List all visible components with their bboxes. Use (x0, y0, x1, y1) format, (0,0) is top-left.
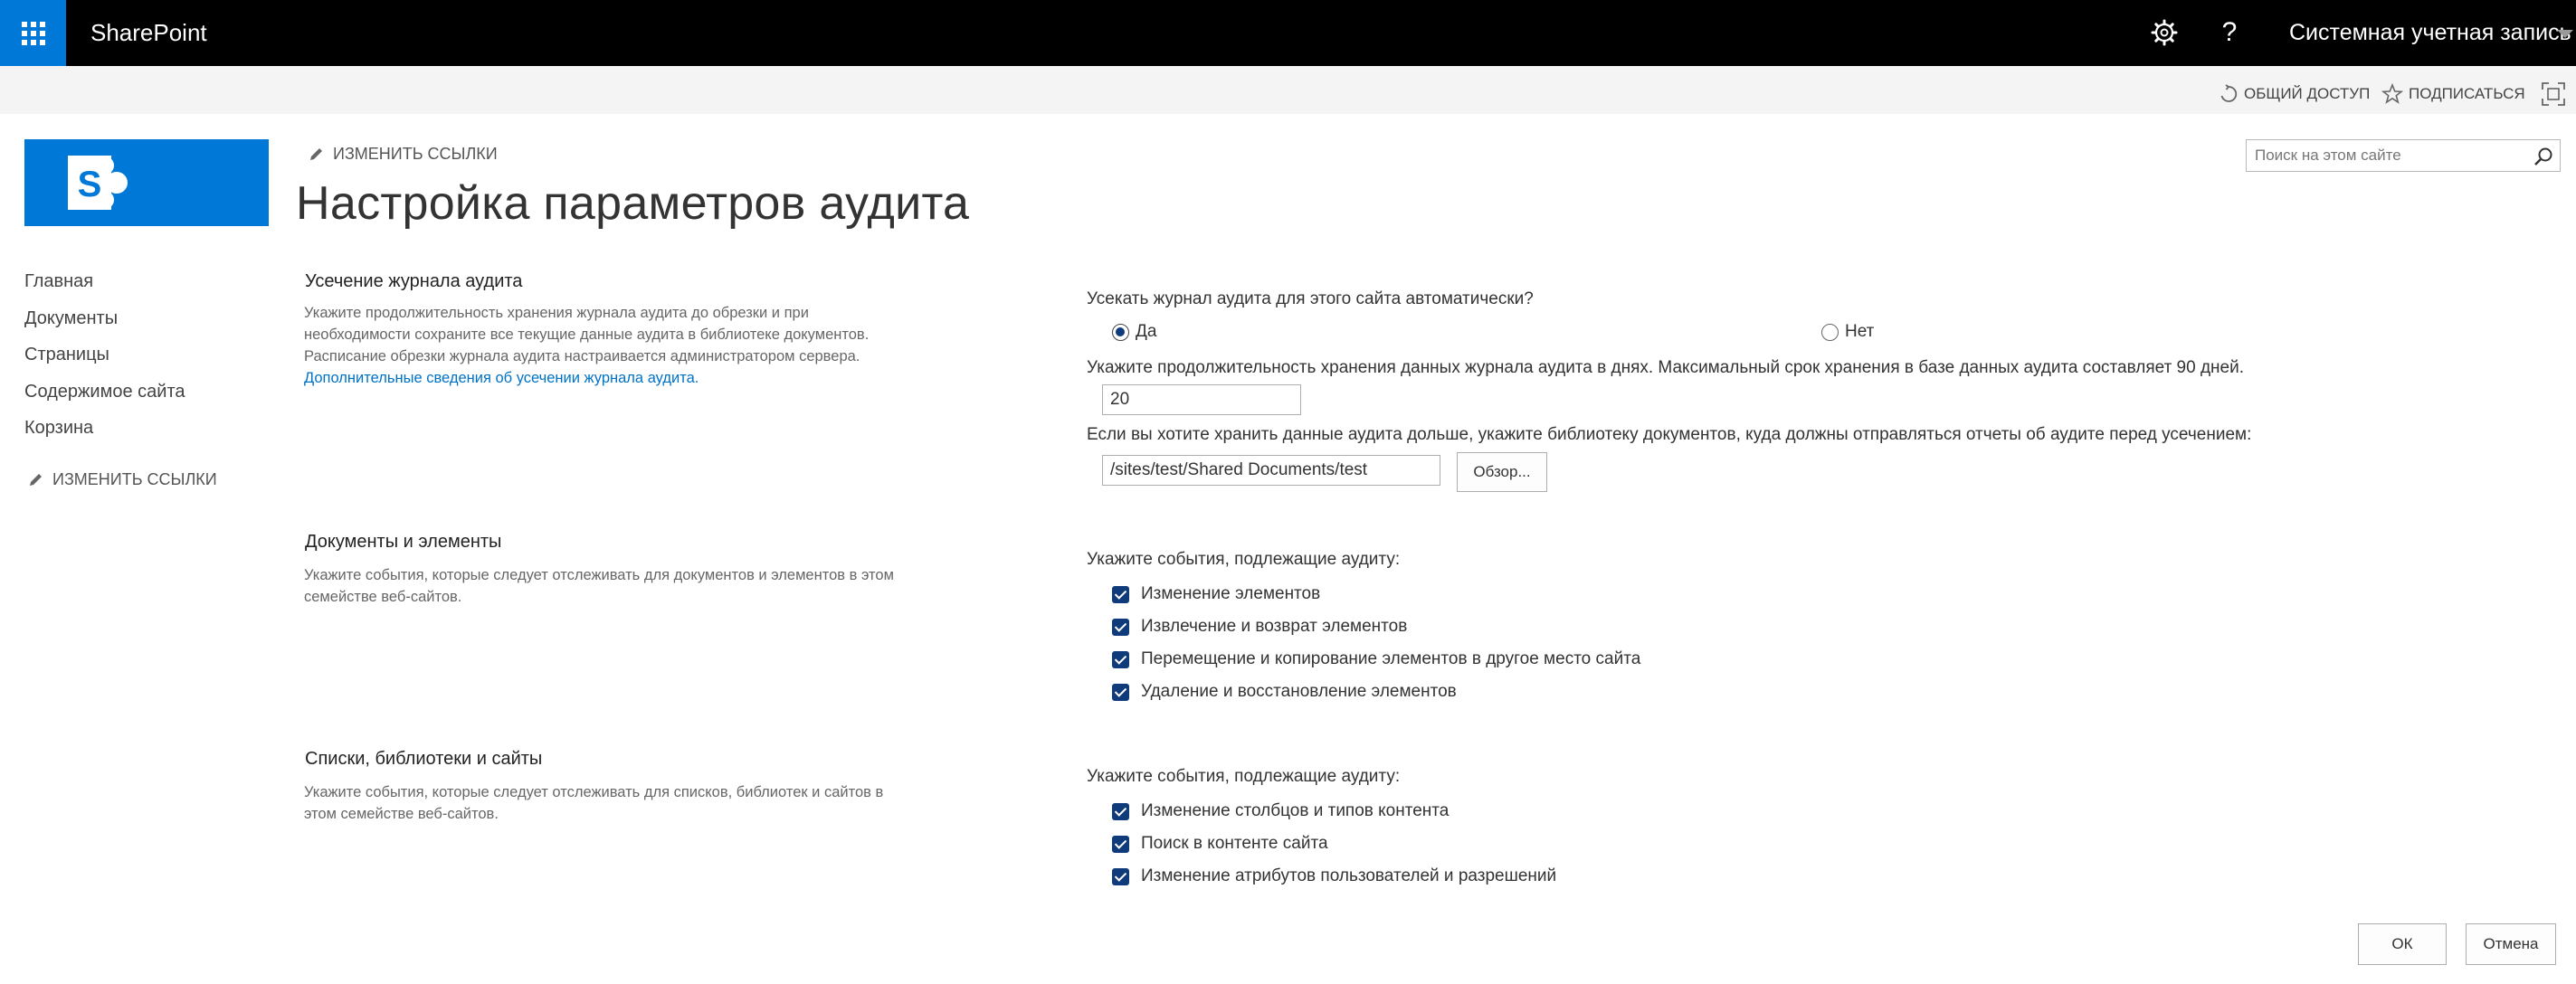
radio-unselected-icon (1821, 323, 1839, 341)
follow-label: ПОДПИСАТЬСЯ (2409, 85, 2525, 102)
docs-event-label: Изменение элементов (1141, 584, 1321, 603)
app-name-link[interactable]: SharePoint (90, 16, 207, 49)
edit-links-left[interactable]: ИЗМЕНИТЬ ССЫЛКИ (27, 470, 217, 489)
share-button[interactable]: ОБЩИЙ ДОСТУП (2219, 80, 2370, 109)
trim-section-title: Усечение журнала аудита (305, 271, 523, 291)
svg-text:S: S (78, 165, 102, 204)
lists-event-label: Поиск в контенте сайта (1141, 834, 1328, 853)
lists-desc-line: Укажите события, которые следует отслежи… (304, 784, 884, 800)
follow-button[interactable]: ПОДПИСАТЬСЯ (2381, 80, 2525, 109)
docs-event-checkbox[interactable]: Удаление и восстановление элементов (1112, 682, 1457, 702)
docs-events-label: Укажите события, подлежащие аудиту: (1087, 550, 1401, 569)
docs-event-label: Перемещение и копирование элементов в др… (1141, 649, 1641, 668)
cancel-button[interactable]: Отмена (2466, 923, 2556, 965)
share-label: ОБЩИЙ ДОСТУП (2244, 85, 2371, 102)
checkbox-checked-icon (1112, 650, 1129, 668)
help-icon[interactable]: ? (2213, 13, 2246, 52)
docs-event-checkbox[interactable]: Изменение элементов (1112, 584, 1320, 604)
actions-bar (0, 66, 2576, 114)
docs-event-checkbox[interactable]: Перемещение и копирование элементов в др… (1112, 649, 1640, 669)
trim-question-label: Усекать журнал аудита для этого сайта ав… (1087, 289, 1534, 308)
trim-desc-line: необходимости сохраните все текущие данн… (304, 326, 870, 343)
app-launcher-icon[interactable] (0, 0, 66, 66)
trim-desc-line: Расписание обрезки журнала аудита настра… (304, 348, 860, 364)
pencil-icon (30, 473, 42, 486)
checkbox-checked-icon (1112, 835, 1129, 853)
lists-desc-line: этом семействе веб-сайтов. (304, 806, 499, 822)
checkbox-checked-icon (1112, 867, 1129, 885)
account-menu[interactable]: Системная учетная запись (2289, 16, 2571, 49)
radio-selected-icon (1112, 323, 1129, 341)
lists-event-checkbox[interactable]: Изменение столбцов и типов контента (1112, 801, 1449, 821)
gear-icon[interactable] (2146, 14, 2182, 51)
trim-more-info-link[interactable]: Дополнительные сведения об усечении журн… (304, 367, 937, 389)
focus-mode-icon[interactable] (2541, 81, 2566, 107)
checkbox-checked-icon (1112, 802, 1129, 820)
lists-event-checkbox[interactable]: Поиск в контенте сайта (1112, 834, 1328, 854)
nav-item-recycle-bin[interactable]: Корзина (24, 414, 185, 451)
docs-section-description: Укажите события, которые следует отслежи… (304, 564, 937, 608)
library-location-input[interactable] (1102, 455, 1440, 486)
checkbox-checked-icon (1112, 585, 1129, 603)
lists-event-label: Изменение столбцов и типов контента (1141, 801, 1450, 820)
lists-section-title: Списки, библиотеки и сайты (305, 749, 543, 769)
site-logo[interactable]: S (24, 139, 269, 226)
lists-events-label: Укажите события, подлежащие аудиту: (1087, 767, 1401, 786)
edit-links-top[interactable]: ИЗМЕНИТЬ ССЫЛКИ (308, 145, 498, 164)
nav-item-site-contents[interactable]: Содержимое сайта (24, 378, 185, 415)
sharepoint-logo-icon: S (68, 156, 128, 210)
trim-no-label: Нет (1845, 322, 1875, 341)
docs-desc-line: семействе веб-сайтов. (304, 589, 462, 605)
trim-no-radio[interactable]: Нет (1821, 322, 1874, 342)
docs-desc-line: Укажите события, которые следует отслежи… (304, 567, 894, 583)
ok-button[interactable]: ОК (2358, 923, 2447, 965)
star-icon (2381, 83, 2403, 104)
retention-days-input[interactable] (1102, 384, 1301, 415)
retention-days-label: Укажите продолжительность хранения данны… (1087, 358, 2245, 377)
edit-links-label: ИЗМЕНИТЬ ССЫЛКИ (333, 145, 498, 163)
pencil-icon (310, 147, 322, 160)
suite-bar (0, 0, 2576, 66)
nav-item-documents[interactable]: Документы (24, 305, 185, 342)
docs-section-title: Документы и элементы (305, 532, 502, 552)
lists-event-label: Изменение атрибутов пользователей и разр… (1141, 866, 1557, 885)
chevron-down-icon[interactable] (2557, 30, 2573, 38)
docs-event-label: Извлечение и возврат элементов (1141, 617, 1408, 636)
docs-event-checkbox[interactable]: Извлечение и возврат элементов (1112, 617, 1407, 637)
nav-item-pages[interactable]: Страницы (24, 341, 185, 378)
docs-event-label: Удаление и восстановление элементов (1141, 682, 1457, 701)
checkbox-checked-icon (1112, 618, 1129, 636)
edit-links-label: ИЗМЕНИТЬ ССЫЛКИ (52, 470, 217, 488)
browse-button[interactable]: Обзор... (1457, 452, 1547, 492)
library-location-label: Если вы хотите хранить данные аудита дол… (1087, 425, 2252, 444)
left-navigation: Главная Документы Страницы Содержимое са… (24, 268, 185, 451)
search-input[interactable] (2247, 140, 2518, 171)
share-icon (2220, 84, 2238, 102)
trim-section-description: Укажите продолжительность хранения журна… (304, 302, 937, 389)
checkbox-checked-icon (1112, 683, 1129, 701)
lists-section-description: Укажите события, которые следует отслежи… (304, 781, 937, 825)
trim-yes-label: Да (1136, 322, 1157, 341)
lists-event-checkbox[interactable]: Изменение атрибутов пользователей и разр… (1112, 866, 1556, 886)
search-icon[interactable] (2533, 146, 2554, 167)
search-box (2246, 139, 2561, 172)
nav-item-home[interactable]: Главная (24, 268, 185, 305)
trim-yes-radio[interactable]: Да (1112, 322, 1156, 342)
page-title: Настройка параметров аудита (296, 177, 970, 230)
trim-desc-line: Укажите продолжительность хранения журна… (304, 305, 809, 321)
